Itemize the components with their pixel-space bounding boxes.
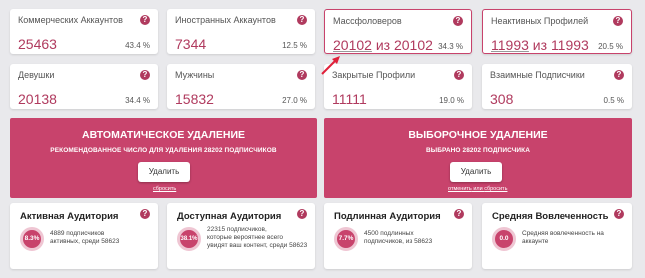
- stat-value-selected[interactable]: 11993: [491, 37, 529, 53]
- audience-title: Подлинная Аудитория: [334, 211, 441, 222]
- stat-title: Мужчины: [175, 70, 215, 80]
- stat-value: 11111: [332, 91, 367, 107]
- audience-desc-line: 22315 подписчиков,: [207, 226, 267, 233]
- audience-desc-line: 4889 подписчиков: [50, 230, 105, 237]
- stat-card-mutual: Взаимные Подписчики ? 308 0.5 %: [482, 64, 632, 109]
- stat-value: 308: [490, 91, 514, 107]
- help-icon[interactable]: ?: [454, 209, 464, 219]
- audience-desc-line: Средняя вовлеченность на: [522, 230, 604, 237]
- stat-percent: 34.3 %: [438, 42, 463, 51]
- selective-delete-button[interactable]: Удалить: [450, 162, 502, 182]
- stat-title: Девушки: [18, 70, 55, 80]
- auto-delete-subtitle: РЕКОМЕНДОВАННОЕ ЧИСЛО ДЛЯ УДАЛЕНИЯ 28202…: [50, 147, 277, 154]
- cancel-link[interactable]: отменить: [448, 186, 472, 192]
- stat-title: Взаимные Подписчики: [490, 70, 585, 80]
- audience-card-active: Активная Аудитория ? 8.3% 4889 подписчик…: [10, 203, 158, 269]
- stat-card-men: Мужчины ? 15832 27.0 %: [167, 64, 315, 109]
- stat-value: 15832: [175, 91, 214, 107]
- audience-description: 4500 подлинных подписчиков, из 58623: [364, 230, 432, 246]
- stat-card-massfollowers[interactable]: Массфоловеров ? 20102 из 20102 34.3 %: [324, 9, 472, 54]
- stat-percent: 27.0 %: [282, 96, 307, 105]
- audience-desc-line: которые вероятнее всего: [207, 234, 284, 241]
- audience-desc-line: увидят ваш контент, среди 58623: [207, 242, 308, 249]
- stat-title: Иностранных Аккаунтов: [175, 15, 276, 25]
- audience-card-genuine: Подлинная Аудитория ? 7.7% 4500 подлинны…: [324, 203, 472, 269]
- stat-value: 11993 из 11993: [491, 37, 589, 53]
- arrow-icon: [321, 56, 340, 75]
- help-icon[interactable]: ?: [297, 70, 307, 80]
- stat-title: Неактивных Профилей: [491, 16, 589, 26]
- help-icon[interactable]: ?: [297, 209, 307, 219]
- stat-value-total: 11993: [550, 37, 589, 53]
- stat-value-separator: из: [528, 37, 551, 53]
- stat-title: Массфоловеров: [333, 16, 402, 26]
- selective-delete-title: ВЫБОРОЧНОЕ УДАЛЕНИЕ: [408, 129, 548, 141]
- stat-card-private: Закрытые Профили ? 11111 19.0 %: [324, 64, 472, 109]
- stat-value: 20138: [18, 91, 57, 107]
- auto-delete-button[interactable]: Удалить: [138, 162, 190, 182]
- help-icon[interactable]: ?: [140, 15, 150, 25]
- stat-percent: 34.4 %: [125, 96, 150, 105]
- help-icon[interactable]: ?: [140, 209, 150, 219]
- help-icon[interactable]: ?: [140, 70, 150, 80]
- audience-desc-line: подписчиков, из 58623: [364, 238, 433, 245]
- selective-delete-panel: ВЫБОРОЧНОЕ УДАЛЕНИЕ ВЫБРАНО 28202 ПОДПИС…: [324, 118, 632, 198]
- audience-desc-line: активных, среди 58623: [50, 238, 120, 245]
- stat-percent: 43.4 %: [125, 41, 150, 50]
- stat-percent: 0.5 %: [603, 96, 624, 105]
- audience-description: Средняя вовлеченность на аккаунте: [522, 230, 604, 246]
- help-icon[interactable]: ?: [613, 16, 623, 26]
- auto-delete-reset-link[interactable]: сбросить: [153, 186, 176, 192]
- reset-link[interactable]: сбросить: [484, 186, 507, 192]
- help-icon[interactable]: ?: [453, 16, 463, 26]
- help-icon[interactable]: ?: [614, 209, 624, 219]
- stat-percent: 12.5 %: [282, 41, 307, 50]
- links-separator: или: [471, 186, 485, 192]
- selective-delete-subtitle: ВЫБРАНО 28202 ПОДПИСЧИКА: [425, 147, 531, 154]
- stat-card-foreign: Иностранных Аккаунтов ? 7344 12.5 %: [167, 9, 315, 54]
- audience-description: 22315 подписчиков, которые вероятнее все…: [207, 226, 307, 250]
- stat-value-separator: из: [371, 37, 394, 53]
- audience-percent-circle: 8.3%: [20, 227, 44, 251]
- audience-percent-circle: 0.0: [492, 227, 516, 251]
- audience-title: Активная Аудитория: [20, 211, 119, 222]
- stat-card-commercial: Коммерческих Аккаунтов ? 25463 43.4 %: [10, 9, 158, 54]
- stat-value-total: 20102: [393, 37, 433, 53]
- stat-title: Коммерческих Аккаунтов: [18, 15, 123, 25]
- stat-value: 20102 из 20102: [333, 37, 433, 53]
- stat-percent: 20.5 %: [598, 42, 623, 51]
- audience-desc-line: аккаунте: [522, 238, 549, 245]
- selective-delete-links: отменить или сбросить: [448, 186, 507, 192]
- audience-title: Доступная Аудитория: [177, 211, 282, 222]
- audience-card-available: Доступная Аудитория ? 38.1% 22315 подпис…: [167, 203, 315, 269]
- help-icon[interactable]: ?: [454, 70, 464, 80]
- stat-value: 7344: [175, 36, 207, 52]
- auto-delete-panel: АВТОМАТИЧЕСКОЕ УДАЛЕНИЕ РЕКОМЕНДОВАННОЕ …: [10, 118, 317, 198]
- audience-title: Средняя Вовлеченность: [492, 211, 609, 222]
- auto-delete-title: АВТОМАТИЧЕСКОЕ УДАЛЕНИЕ: [81, 129, 245, 141]
- audience-percent-circle: 7.7%: [334, 227, 358, 251]
- stat-value: 25463: [18, 36, 57, 52]
- audience-desc-line: 4500 подлинных: [364, 230, 414, 237]
- stat-percent: 19.0 %: [439, 96, 464, 105]
- audience-card-engagement: Средняя Вовлеченность ? 0.0 Средняя вовл…: [482, 203, 632, 269]
- audience-description: 4889 подписчиков активных, среди 58623: [50, 230, 119, 246]
- help-icon[interactable]: ?: [297, 15, 307, 25]
- help-icon[interactable]: ?: [614, 70, 624, 80]
- stat-card-women: Девушки ? 20138 34.4 %: [10, 64, 158, 109]
- stat-value-selected[interactable]: 20102: [333, 37, 372, 53]
- stat-title: Закрытые Профили: [332, 70, 416, 80]
- audience-percent-circle: 38.1%: [177, 227, 201, 251]
- stat-card-inactive[interactable]: Неактивных Профилей ? 11993 из 11993 20.…: [482, 9, 632, 54]
